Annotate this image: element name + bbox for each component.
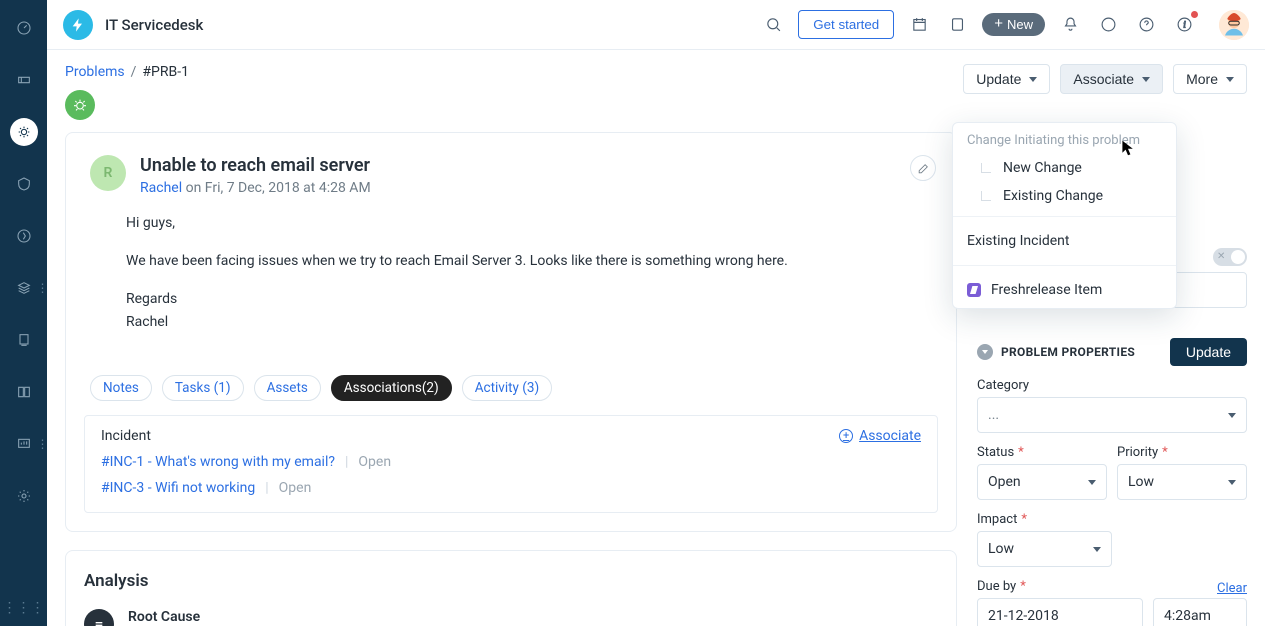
popover-heading: Change Initiating this problem	[953, 123, 1176, 154]
nav-releases-icon[interactable]	[10, 222, 38, 250]
clear-link[interactable]: Clear	[1217, 581, 1247, 596]
root-cause-label: Root Cause	[128, 609, 938, 625]
avatar[interactable]	[1219, 10, 1249, 40]
plus-circle-icon: +	[839, 429, 853, 443]
svg-text:i: i	[1183, 19, 1186, 29]
impact-select[interactable]: Low	[977, 531, 1112, 567]
incident-link[interactable]: #INC-3 - Wifi not working	[101, 480, 255, 496]
associations-panel: Incident +Associate #INC-1 - What's wron…	[84, 415, 938, 513]
category-select[interactable]: ...	[977, 397, 1247, 433]
tab-associations[interactable]: Associations(2)	[331, 375, 452, 401]
associated-incident-row: #INC-1 - What's wrong with my email? | O…	[101, 454, 921, 470]
tab-activity[interactable]: Activity (3)	[462, 375, 552, 401]
nav-solutions-icon[interactable]	[10, 326, 38, 354]
associate-link[interactable]: +Associate	[839, 428, 921, 444]
analysis-heading: Analysis	[84, 571, 938, 591]
nav-assets-icon[interactable]	[10, 274, 38, 302]
ticket-tabs: Notes Tasks (1) Assets Associations(2) A…	[66, 359, 956, 415]
breadcrumb-parent-link[interactable]: Problems	[65, 64, 125, 80]
app-switcher-icon[interactable]: ⋮⋮⋮	[3, 600, 45, 616]
cursor-icon	[1121, 140, 1135, 160]
nav-tickets-icon[interactable]	[10, 66, 38, 94]
nav-dashboard-icon[interactable]	[10, 14, 38, 42]
dueby-label: Due by*	[977, 579, 1026, 594]
edit-icon[interactable]	[910, 155, 936, 181]
properties-title: PROBLEM PROPERTIES	[1001, 345, 1135, 359]
info-icon[interactable]: i	[1171, 12, 1197, 38]
new-button-label: New	[1007, 17, 1033, 32]
popover-freshrelease-item[interactable]: Freshrelease Item	[953, 272, 1176, 308]
update-dropdown-button[interactable]: Update	[963, 64, 1050, 94]
calendar-icon[interactable]	[906, 12, 932, 38]
associate-dropdown-button[interactable]: Associate	[1060, 64, 1163, 94]
tab-assets[interactable]: Assets	[254, 375, 321, 401]
brand-icon	[63, 10, 93, 40]
incident-link[interactable]: #INC-1 - What's wrong with my email?	[101, 454, 335, 470]
status-select[interactable]: Open	[977, 464, 1107, 500]
help-icon[interactable]	[1133, 12, 1159, 38]
due-time-input[interactable]: 4:28am	[1153, 598, 1247, 626]
tab-tasks[interactable]: Tasks (1)	[162, 375, 244, 401]
associated-incident-row: #INC-3 - Wifi not working | Open	[101, 480, 921, 496]
associate-popover: Change Initiating this problem New Chang…	[952, 122, 1177, 309]
ticket-timestamp: on Fri, 7 Dec, 2018 at 4:28 AM	[186, 180, 371, 196]
nav-problems-icon[interactable]	[10, 118, 38, 146]
impact-label: Impact*	[977, 512, 1247, 527]
popover-existing-change[interactable]: Existing Change	[953, 182, 1176, 210]
requester-link[interactable]: Rachel	[140, 180, 182, 196]
root-cause-icon	[84, 609, 114, 626]
popover-existing-incident[interactable]: Existing Incident	[953, 223, 1176, 259]
nav-reports-icon[interactable]	[10, 430, 38, 458]
left-nav-rail: ⋮⋮⋮	[0, 0, 47, 626]
update-button[interactable]: Update	[1170, 338, 1247, 366]
breadcrumb: Problems / #PRB-1	[65, 64, 189, 80]
page-header: Problems / #PRB-1 Update Associate More	[47, 50, 1265, 120]
popover-new-change[interactable]: New Change	[953, 154, 1176, 182]
nav-settings-icon[interactable]	[10, 482, 38, 510]
ticket-title: Unable to reach email server	[140, 155, 932, 176]
nav-changes-icon[interactable]	[10, 170, 38, 198]
ticket-body: Hi guys, We have been facing issues when…	[66, 212, 956, 359]
priority-label: Priority*	[1117, 445, 1247, 460]
get-started-button[interactable]: Get started	[798, 10, 894, 39]
breadcrumb-current: #PRB-1	[142, 64, 189, 80]
app-title: IT Servicedesk	[105, 16, 203, 34]
due-date-input[interactable]: 21-12-2018	[977, 598, 1143, 626]
requester-avatar: R	[90, 155, 126, 191]
associations-section-title: Incident	[101, 428, 151, 444]
new-button[interactable]: New	[982, 13, 1045, 36]
ticket-card: R Unable to reach email server Rachel on…	[65, 132, 957, 532]
analysis-card: Analysis Root Cause Email server 3 has g…	[65, 550, 957, 626]
chat-icon[interactable]	[1095, 12, 1121, 38]
status-label: Status*	[977, 445, 1107, 460]
notifications-icon[interactable]	[1057, 12, 1083, 38]
incident-status: Open	[358, 454, 391, 470]
topbar: IT Servicedesk Get started New i	[47, 0, 1265, 50]
tab-notes[interactable]: Notes	[90, 375, 152, 401]
right-panel-toggle[interactable]: ✕	[1213, 248, 1247, 266]
priority-select[interactable]: Low	[1117, 464, 1247, 500]
freshrelease-icon	[967, 283, 981, 297]
todo-icon[interactable]	[944, 12, 970, 38]
nav-knowledge-icon[interactable]	[10, 378, 38, 406]
incident-status: Open	[279, 480, 312, 496]
breadcrumb-separator: /	[131, 64, 137, 80]
search-icon[interactable]	[760, 12, 786, 38]
collapse-icon[interactable]	[977, 344, 993, 360]
category-label: Category	[977, 378, 1247, 393]
more-dropdown-button[interactable]: More	[1173, 64, 1247, 94]
problem-badge-icon	[65, 90, 95, 120]
